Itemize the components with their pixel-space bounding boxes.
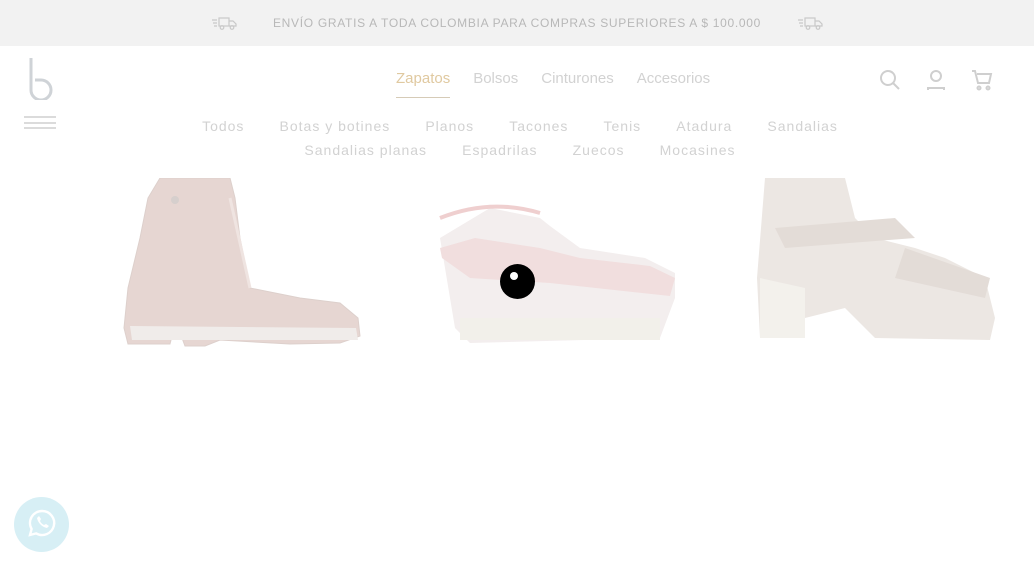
cart-icon[interactable] (970, 68, 994, 92)
header-actions (878, 68, 994, 92)
search-icon[interactable] (878, 68, 902, 92)
product-card[interactable] (745, 178, 1005, 358)
subcategory-nav: Todos Botas y botines Planos Tacones Ten… (160, 114, 880, 162)
subnav-zuecos[interactable]: Zuecos (573, 142, 625, 158)
promo-bar: ENVÍO GRATIS A TODA COLOMBIA PARA COMPRA… (0, 0, 1034, 46)
promo-message: ENVÍO GRATIS A TODA COLOMBIA PARA COMPRA… (272, 16, 762, 30)
subnav-sandalias-planas[interactable]: Sandalias planas (304, 142, 427, 158)
category-accesorios[interactable]: Accesorios (637, 70, 710, 98)
category-bolsos[interactable]: Bolsos (473, 70, 518, 98)
hamburger-icon[interactable] (24, 114, 56, 129)
cursor-indicator (500, 264, 535, 299)
product-card[interactable] (110, 177, 380, 358)
product-image-espadrille (439, 204, 675, 343)
product-image-sandal (757, 178, 995, 340)
subnav-botas-y-botines[interactable]: Botas y botines (280, 118, 391, 134)
truck-icon (797, 15, 823, 31)
subnav-tenis[interactable]: Tenis (604, 118, 642, 134)
user-icon[interactable] (924, 68, 948, 92)
truck-icon (211, 15, 237, 31)
subnav-tacones[interactable]: Tacones (509, 118, 568, 134)
subnav-planos[interactable]: Planos (425, 118, 474, 134)
whatsapp-button[interactable] (14, 497, 69, 552)
subnav-mocasines[interactable]: Mocasines (660, 142, 736, 158)
subnav-espadrilas[interactable]: Espadrilas (462, 142, 537, 158)
category-cinturones[interactable]: Cinturones (541, 70, 614, 98)
subnav-sandalias[interactable]: Sandalias (767, 118, 838, 134)
subnav-atadura[interactable]: Atadura (676, 118, 732, 134)
category-nav: Zapatos Bolsos Cinturones Accesorios (396, 70, 733, 98)
brand-logo[interactable] (26, 56, 56, 102)
product-image-boot (123, 177, 361, 347)
product-card[interactable] (430, 178, 690, 358)
category-zapatos[interactable]: Zapatos (396, 70, 451, 98)
whatsapp-icon (27, 508, 57, 542)
subnav-todos[interactable]: Todos (202, 118, 244, 134)
